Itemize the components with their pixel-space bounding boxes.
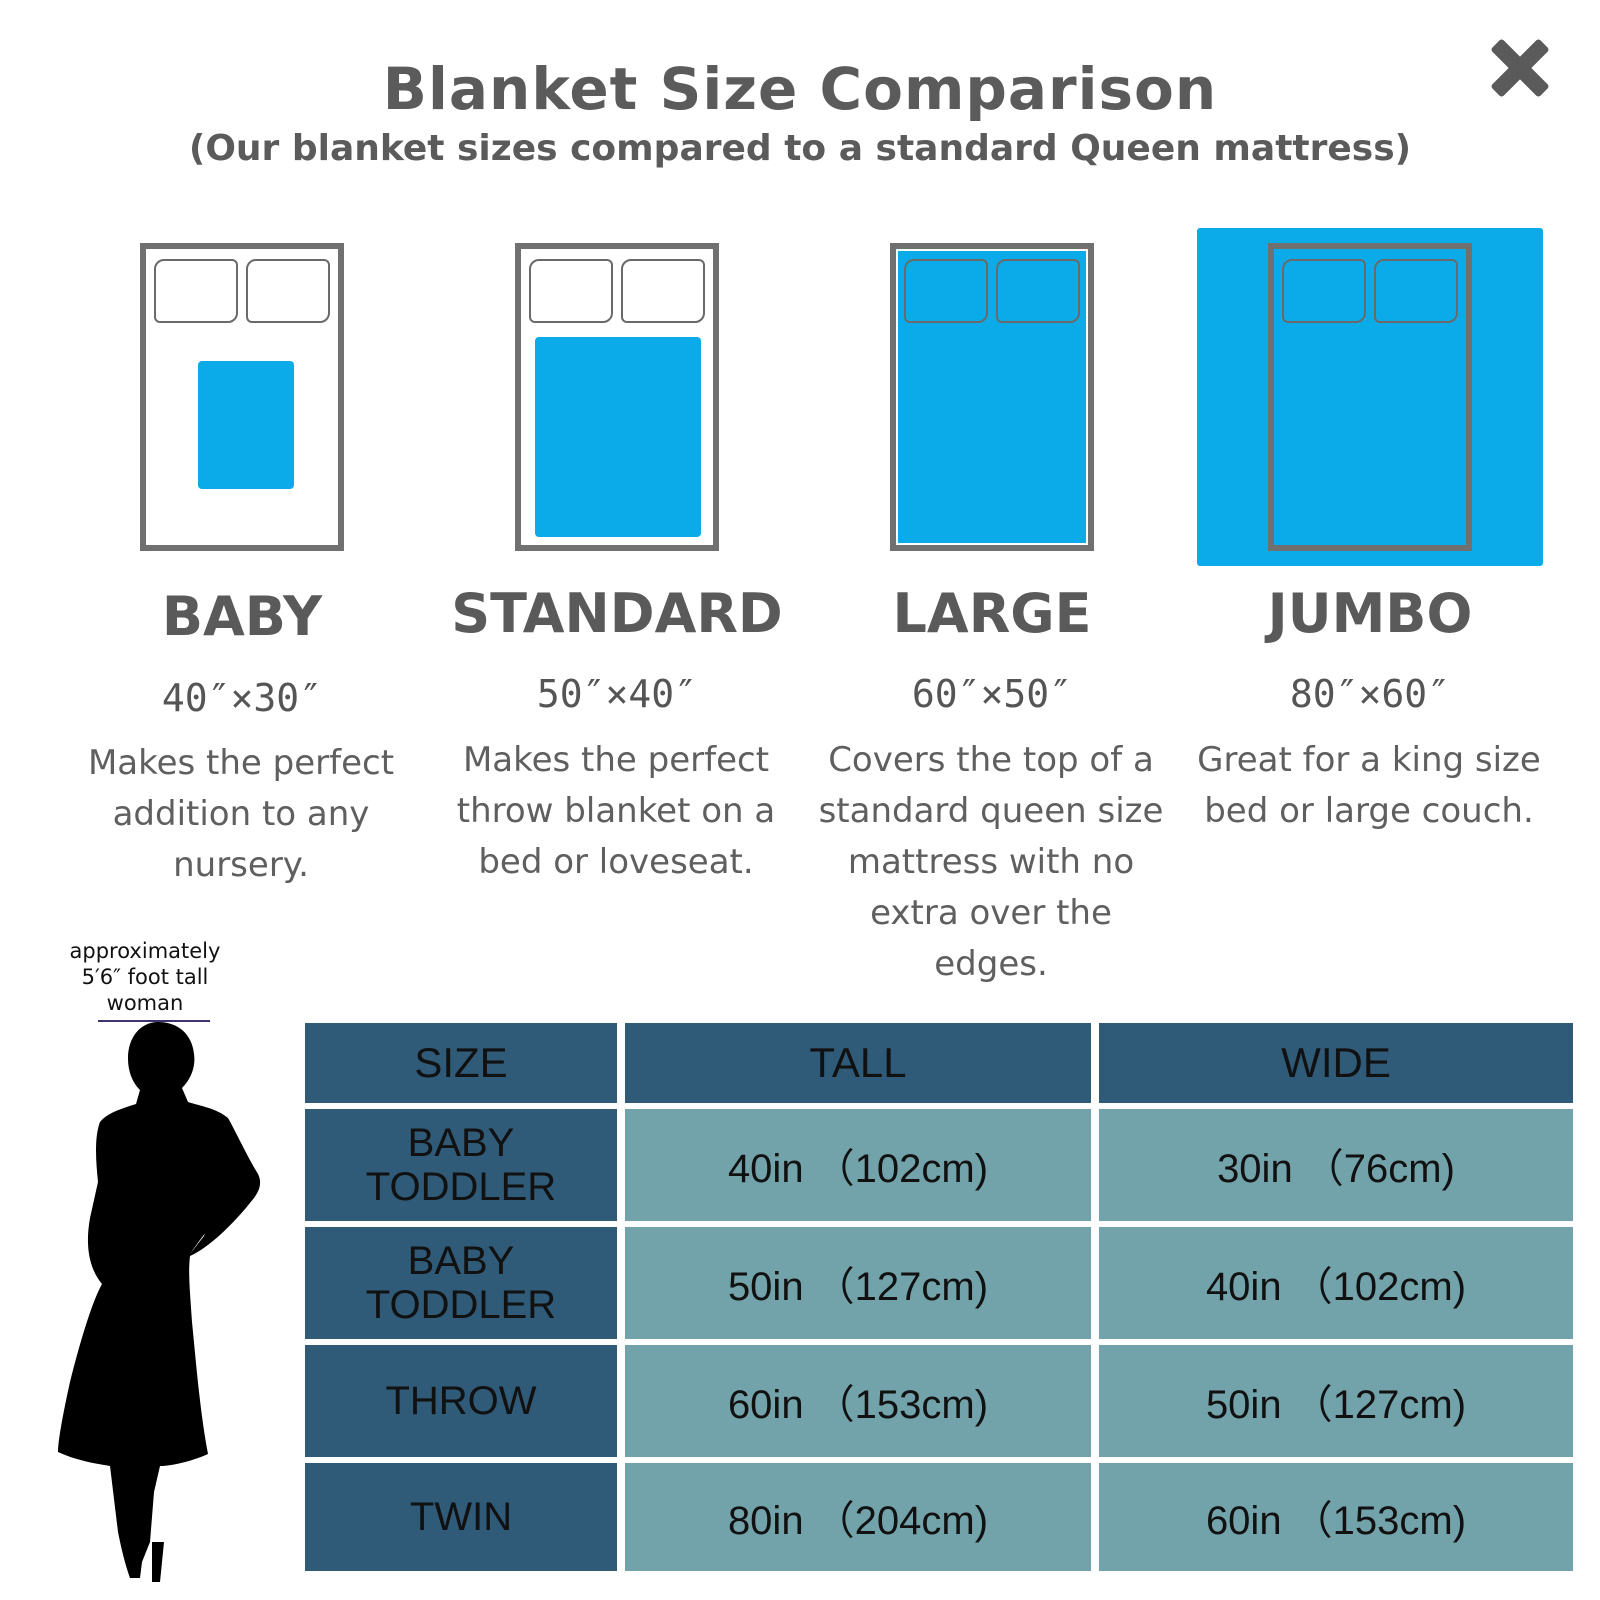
pillow-icon (996, 259, 1080, 323)
column-header-tall: TALL (625, 1023, 1091, 1103)
pillow-icon (154, 259, 238, 323)
pillow-icon (529, 259, 613, 323)
page-subtitle: (Our blanket sizes compared to a standar… (188, 128, 1412, 169)
size-line: THROW (385, 1379, 537, 1423)
size-line: BABY (407, 1239, 515, 1283)
row-size-cell: TWIN (305, 1463, 617, 1571)
size-description-large: Covers the top of a standard queen size … (818, 740, 1164, 984)
large-bed-diagram (890, 243, 1094, 551)
wide-value: 60in （153cm) (1099, 1463, 1573, 1571)
size-line: TWIN (409, 1495, 513, 1539)
table-row: BABY TODDLER 50in （127cm) 40in （102cm) (305, 1227, 1573, 1339)
baby-blanket (198, 361, 294, 489)
baby-bed-diagram (140, 243, 344, 551)
wide-value: 30in （76cm) (1099, 1109, 1573, 1221)
size-name-jumbo: JUMBO (1267, 582, 1473, 645)
page-title: Blanket Size Comparison (382, 55, 1218, 123)
row-size-cell: THROW (305, 1345, 617, 1457)
tall-value: 50in （127cm) (625, 1227, 1091, 1339)
pillow-icon (246, 259, 330, 323)
wide-value: 50in （127cm) (1099, 1345, 1573, 1457)
column-header-size: SIZE (305, 1023, 617, 1103)
standard-bed-diagram (515, 243, 719, 551)
size-line: TODDLER (365, 1165, 557, 1209)
woman-height-note: approximately 5′6″ foot tall woman (60, 938, 230, 1016)
size-table: SIZE TALL WIDE BABY TODDLER 40in （102cm)… (297, 1017, 1581, 1577)
size-dimensions-large: 60″×50″ (911, 672, 1073, 716)
woman-note-line: approximately (69, 939, 221, 963)
pillow-icon (1374, 259, 1458, 323)
close-x-icon[interactable] (1480, 28, 1560, 108)
row-size-cell: BABY TODDLER (305, 1227, 617, 1339)
size-description-standard: Makes the perfect throw blanket on a bed… (456, 740, 776, 882)
table-row: TWIN 80in （204cm) 60in （153cm) (305, 1463, 1573, 1571)
size-dimensions-baby: 40″×30″ (161, 676, 323, 720)
size-name-standard: STANDARD (451, 582, 783, 645)
woman-note-line: 5′6″ foot tall (81, 965, 209, 989)
jumbo-bed-diagram (1268, 243, 1472, 551)
woman-note-line: woman (106, 991, 184, 1015)
size-dimensions-jumbo: 80″×60″ (1289, 672, 1451, 716)
pillow-icon (621, 259, 705, 323)
standard-blanket (535, 337, 701, 537)
size-line: BABY (407, 1121, 515, 1165)
size-description-jumbo: Great for a king size bed or large couch… (1197, 740, 1541, 831)
pillow-icon (1282, 259, 1366, 323)
size-name-baby: BABY (161, 585, 323, 648)
size-dimensions-standard: 50″×40″ (536, 672, 698, 716)
pillow-icon (904, 259, 988, 323)
row-size-cell: BABY TODDLER (305, 1109, 617, 1221)
table-header-row: SIZE TALL WIDE (305, 1023, 1573, 1103)
tall-value: 60in （153cm) (625, 1345, 1091, 1457)
size-description-baby: Makes the perfect addition to any nurser… (87, 743, 395, 885)
table-row: THROW 60in （153cm) 50in （127cm) (305, 1345, 1573, 1457)
tall-value: 80in （204cm) (625, 1463, 1091, 1571)
size-name-large: LARGE (892, 582, 1092, 645)
size-line: TODDLER (365, 1283, 557, 1327)
woman-silhouette-icon (58, 1022, 261, 1582)
table-row: BABY TODDLER 40in （102cm) 30in （76cm) (305, 1109, 1573, 1221)
tall-value: 40in （102cm) (625, 1109, 1091, 1221)
wide-value: 40in （102cm) (1099, 1227, 1573, 1339)
column-header-wide: WIDE (1099, 1023, 1573, 1103)
